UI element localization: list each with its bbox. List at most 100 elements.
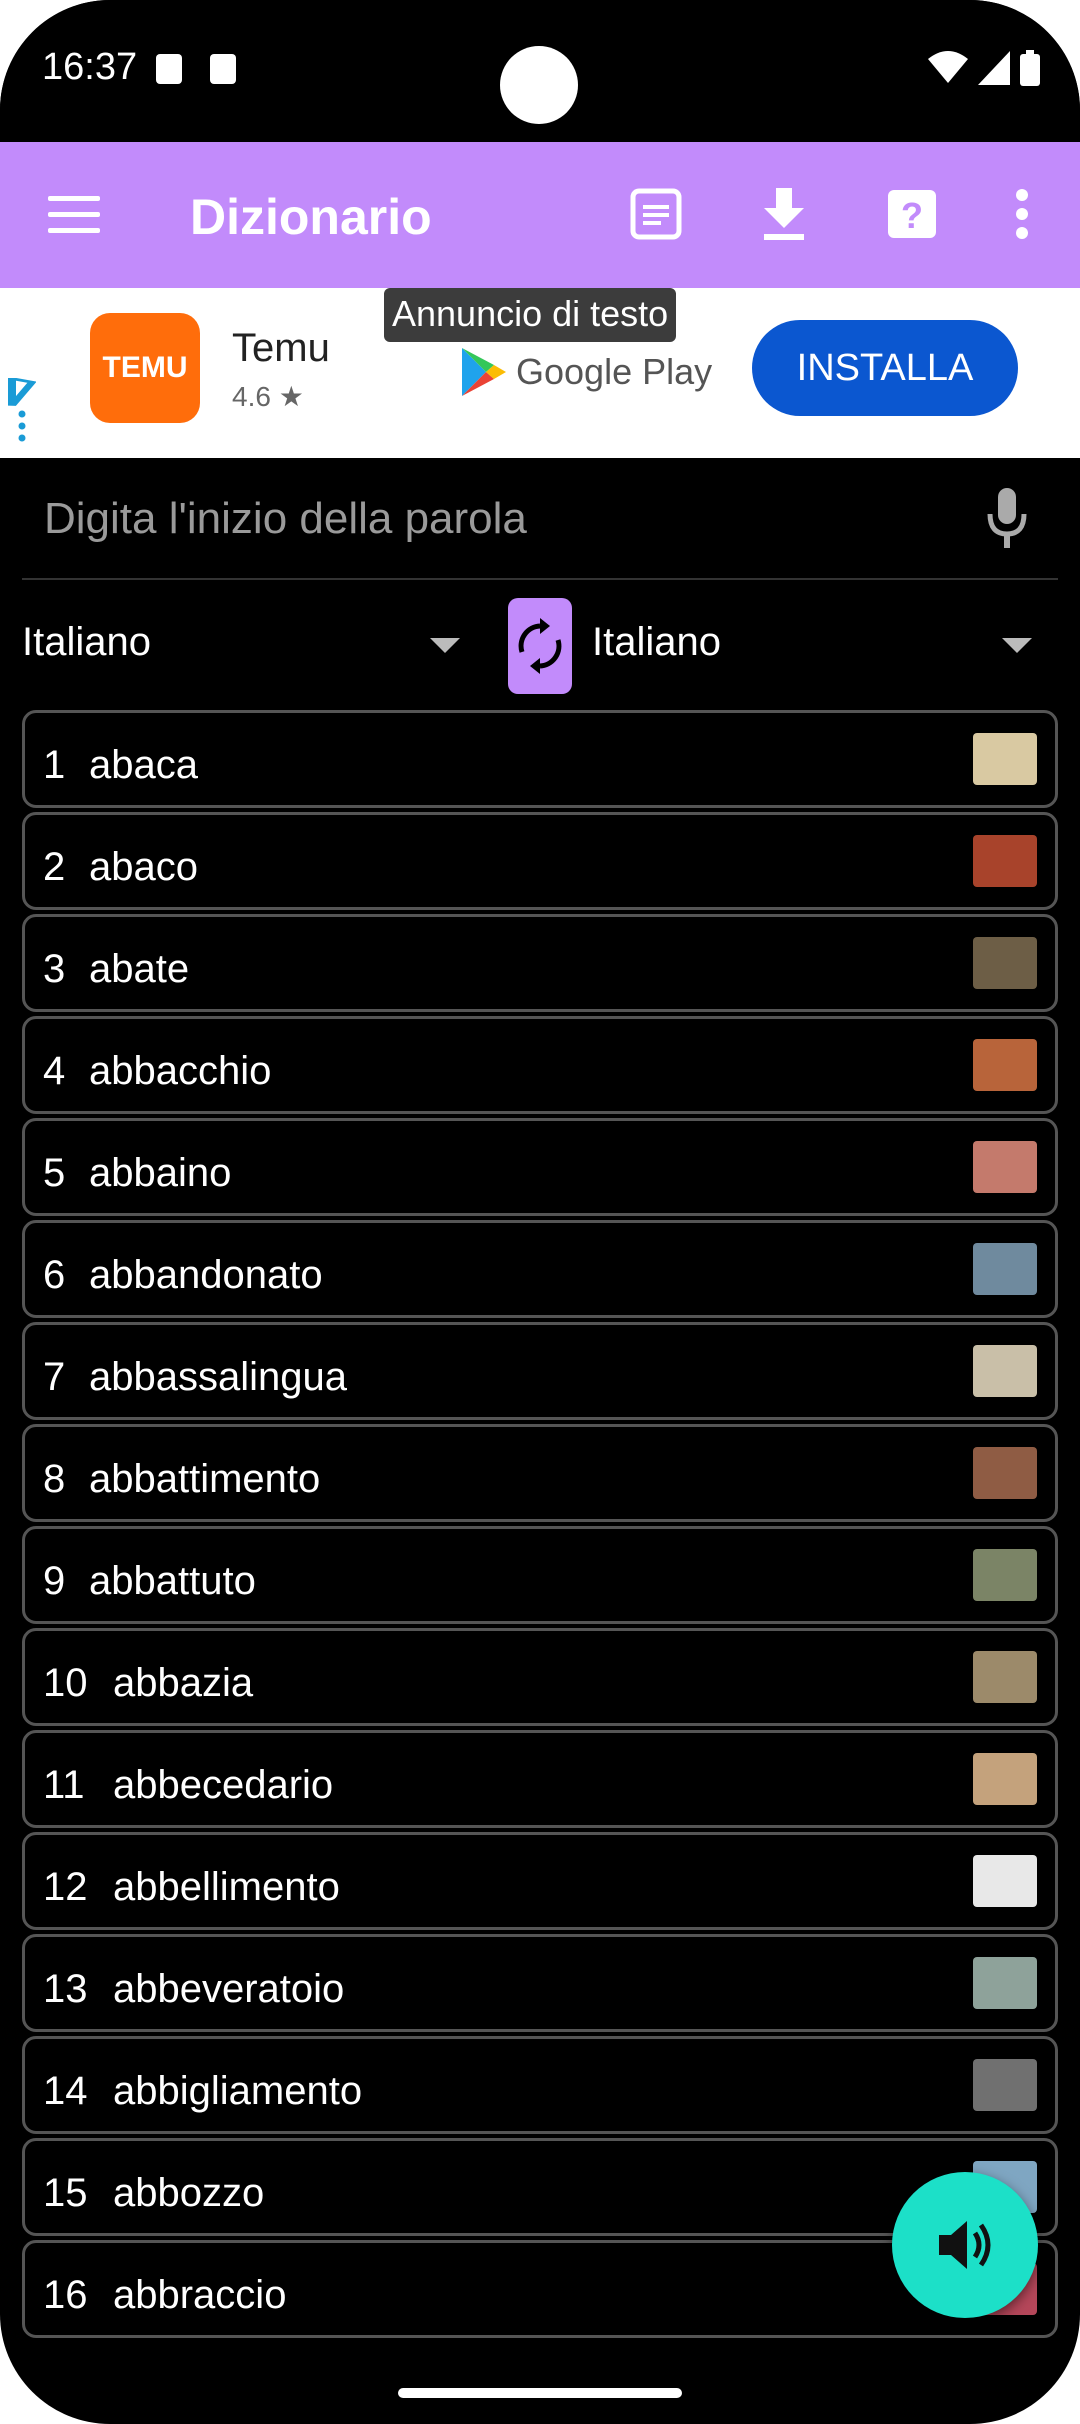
word-label: abbellimento	[113, 1865, 340, 1909]
word-image-thumbnail	[973, 1243, 1037, 1295]
page-title: Dizionario	[190, 189, 432, 245]
svg-text:?: ?	[901, 195, 923, 236]
word-label: abbeveratoio	[113, 1967, 345, 2011]
target-language-select[interactable]: Italiano	[592, 620, 721, 665]
language-row: Italiano Italiano	[0, 590, 1080, 702]
word-label: abbazia	[113, 1661, 254, 1705]
word-number: 8	[43, 1457, 66, 1501]
phone-screen: 16:37 Dizionario ? TEMU Temu 4.6 ★ Annun…	[0, 0, 1080, 2424]
word-image-thumbnail	[973, 1957, 1037, 2009]
keyboard-notification-icon	[156, 54, 182, 84]
search-input[interactable]	[42, 488, 946, 550]
word-image-thumbnail	[973, 1651, 1037, 1703]
word-number: 2	[43, 845, 66, 889]
system-icons	[928, 50, 1040, 86]
word-number: 11	[43, 1763, 85, 1807]
word-label: abbacchio	[89, 1049, 272, 1093]
word-image-thumbnail	[973, 835, 1037, 887]
speak-button[interactable]	[892, 2172, 1038, 2318]
help-icon: ?	[888, 190, 936, 238]
word-list-item[interactable]: 7 abbassalingua	[22, 1322, 1058, 1420]
word-image-thumbnail	[973, 1753, 1037, 1805]
speaker-icon	[939, 2221, 991, 2269]
word-image-thumbnail	[973, 1039, 1037, 1091]
word-list-item[interactable]: 9 abbattuto	[22, 1526, 1058, 1624]
ad-app-name: Temu	[232, 326, 330, 370]
google-play-icon	[462, 348, 506, 396]
google-play-badge: Google Play	[462, 348, 712, 396]
status-time: 16:37	[42, 46, 138, 88]
word-image-thumbnail	[973, 1447, 1037, 1499]
word-list-item[interactable]: 6 abbandonato	[22, 1220, 1058, 1318]
word-number: 4	[43, 1049, 66, 1093]
ad-rating: 4.6 ★	[232, 381, 304, 412]
word-list-item[interactable]: 4 abbacchio	[22, 1016, 1058, 1114]
wifi-icon	[928, 51, 968, 83]
download-icon	[764, 188, 804, 240]
overflow-menu-button[interactable]	[992, 184, 1052, 244]
word-number: 14	[43, 2069, 88, 2113]
word-image-thumbnail	[973, 937, 1037, 989]
hamburger-icon	[48, 196, 100, 233]
word-label: abbassalingua	[89, 1355, 347, 1399]
word-label: abate	[89, 947, 190, 991]
word-list: 1 abaca 2 abaco 3 abate 4 abbacchio 5 abbaino 6 abb…	[22, 710, 1058, 2342]
document-icon	[630, 188, 682, 240]
download-button[interactable]	[754, 184, 814, 244]
camera-cutout	[500, 46, 578, 124]
word-list-item[interactable]: 12 abbellimento	[22, 1832, 1058, 1930]
chevron-down-icon[interactable]	[1002, 638, 1032, 653]
word-list-item[interactable]: 11 abbecedario	[22, 1730, 1058, 1828]
microphone-icon[interactable]	[982, 486, 1032, 550]
word-number: 3	[43, 947, 66, 991]
swap-languages-button[interactable]	[508, 598, 572, 694]
word-label: abbozzo	[113, 2171, 265, 2215]
word-image-thumbnail	[973, 1549, 1037, 1601]
word-list-item[interactable]: 3 abate	[22, 914, 1058, 1012]
app-bar: Dizionario ?	[0, 142, 1080, 288]
word-image-thumbnail	[973, 2059, 1037, 2111]
word-label: abbraccio	[113, 2273, 287, 2317]
ad-banner[interactable]: TEMU Temu 4.6 ★ Annuncio di testo Google…	[0, 288, 1080, 458]
word-list-item[interactable]: 2 abaco	[22, 812, 1058, 910]
word-number: 5	[43, 1151, 66, 1195]
install-button[interactable]: INSTALLA	[752, 320, 1018, 416]
word-label: abbigliamento	[113, 2069, 363, 2113]
word-number: 1	[43, 743, 66, 787]
word-number: 15	[43, 2171, 88, 2215]
word-label: abbattimento	[89, 1457, 321, 1501]
word-number: 6	[43, 1253, 66, 1297]
word-image-thumbnail	[973, 1141, 1037, 1193]
help-button[interactable]: ?	[882, 184, 942, 244]
word-number: 9	[43, 1559, 66, 1603]
temu-logo[interactable]: TEMU	[90, 313, 200, 423]
status-bar: 16:37	[0, 0, 1080, 142]
word-label: abbaino	[89, 1151, 232, 1195]
gesture-home-bar[interactable]	[398, 2388, 682, 2398]
menu-button[interactable]	[44, 184, 104, 244]
word-image-thumbnail	[973, 1855, 1037, 1907]
signal-icon	[978, 51, 1010, 85]
search-bar	[22, 458, 1058, 580]
swap-icon	[518, 618, 562, 674]
adchoices-icon[interactable]	[6, 378, 36, 448]
word-list-item[interactable]: 10 abbazia	[22, 1628, 1058, 1726]
word-number: 13	[43, 1967, 88, 2011]
sd-card-icon	[210, 54, 236, 84]
word-number: 7	[43, 1355, 66, 1399]
chevron-down-icon[interactable]	[430, 638, 460, 653]
more-vert-icon	[1016, 189, 1028, 239]
notes-button[interactable]	[626, 184, 686, 244]
word-list-item[interactable]: 1 abaca	[22, 710, 1058, 808]
word-list-item[interactable]: 8 abbattimento	[22, 1424, 1058, 1522]
word-list-item[interactable]: 13 abbeveratoio	[22, 1934, 1058, 2032]
source-language-select[interactable]: Italiano	[22, 620, 151, 665]
word-list-item[interactable]: 14 abbigliamento	[22, 2036, 1058, 2134]
word-number: 10	[43, 1661, 88, 1705]
word-label: abaco	[89, 845, 198, 889]
battery-icon	[1020, 50, 1040, 86]
word-list-item[interactable]: 5 abbaino	[22, 1118, 1058, 1216]
word-number: 12	[43, 1865, 88, 1909]
word-image-thumbnail	[973, 733, 1037, 785]
ad-label: Annuncio di testo	[384, 288, 677, 342]
